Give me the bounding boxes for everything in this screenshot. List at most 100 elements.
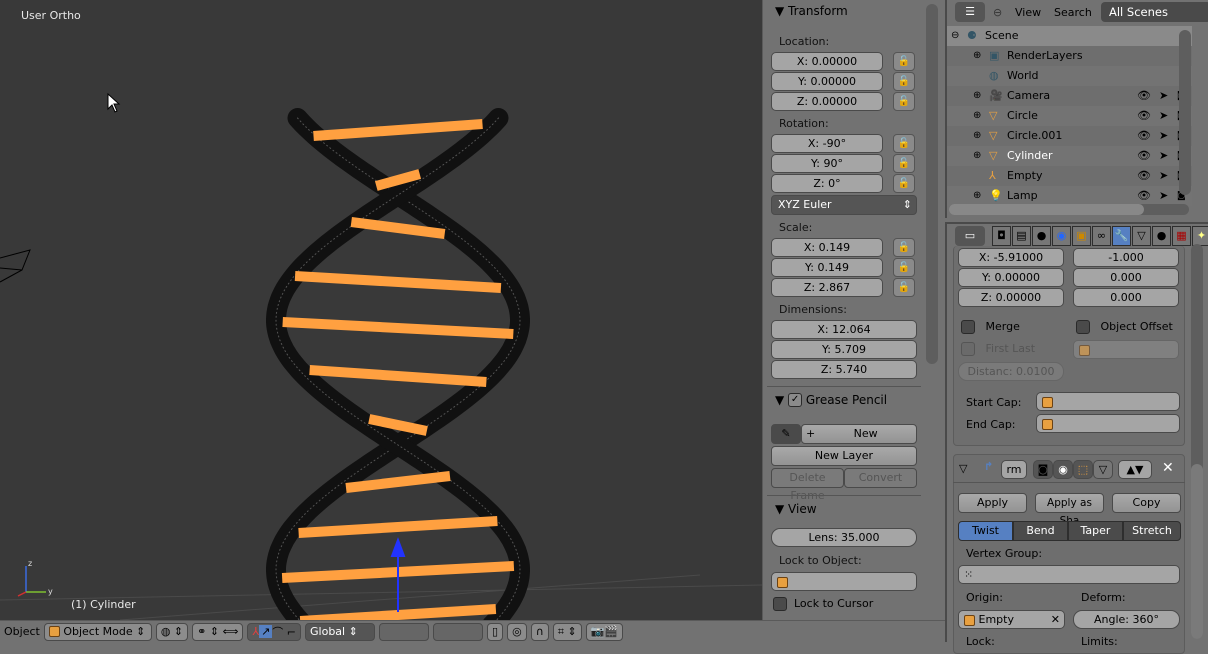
- helix-rung[interactable]: [309, 365, 487, 387]
- outliner-item-empty[interactable]: ⅄Empty👁➤◙: [947, 166, 1192, 186]
- camera-object[interactable]: [0, 249, 31, 283]
- lens-field[interactable]: Lens: 35.000: [771, 528, 917, 547]
- lock-icon[interactable]: 🔓: [893, 134, 915, 153]
- outliner-item-cylinder[interactable]: ⊕▽Cylinder👁➤◙: [947, 146, 1192, 166]
- select-cursor-icon[interactable]: ➤: [1159, 106, 1168, 126]
- scale-x[interactable]: X: 0.149: [771, 238, 883, 257]
- convert-button[interactable]: Convert: [844, 468, 917, 488]
- dimensions-z[interactable]: Z: 5.740: [771, 360, 917, 379]
- layers-grid-2[interactable]: [433, 622, 484, 641]
- lock-icon[interactable]: 🔓: [893, 238, 915, 257]
- snap-element-select[interactable]: ⌗ ⇕: [552, 622, 582, 641]
- render-icon[interactable]: 📷🎬: [585, 622, 624, 641]
- render-toggle-icon[interactable]: ◙: [1033, 460, 1053, 479]
- transform-header[interactable]: ▼ Transform: [763, 0, 942, 22]
- collapse-triangle-icon[interactable]: ▽: [959, 462, 967, 475]
- start-cap-field[interactable]: [1036, 392, 1180, 411]
- render-tab-icon[interactable]: ◘: [992, 226, 1011, 246]
- scale-z[interactable]: Z: 2.867: [771, 278, 883, 297]
- lock-icon[interactable]: 🔓: [893, 278, 915, 297]
- eye-toggle-icon[interactable]: ◉: [1053, 460, 1073, 479]
- scrollbar[interactable]: [1191, 244, 1203, 639]
- vertex-group-field[interactable]: ⁙: [958, 565, 1180, 584]
- renderlayers-tab-icon[interactable]: ▤: [1012, 226, 1031, 246]
- lock-icon[interactable]: 🔓: [893, 72, 915, 91]
- expand-icon[interactable]: ⊕: [973, 86, 981, 106]
- cage-toggle-icon[interactable]: ▽: [1093, 460, 1113, 479]
- mode-tab-stretch[interactable]: Stretch: [1123, 521, 1181, 541]
- outliner-item-camera[interactable]: ⊕🎥Camera👁➤◙: [947, 86, 1192, 106]
- texture-tab-icon[interactable]: ▦: [1172, 226, 1191, 246]
- pivot-select[interactable]: ⚭ ⇕ ⟺: [192, 622, 244, 641]
- delete-frame-button[interactable]: Delete Frame: [771, 468, 844, 502]
- proportional-icon[interactable]: ◎: [507, 622, 527, 641]
- view-header[interactable]: ▼ View: [763, 498, 817, 520]
- first-last-checkbox[interactable]: First Last: [961, 342, 1035, 356]
- checkbox[interactable]: [773, 597, 787, 611]
- 3d-viewport[interactable]: User Ortho (1) Cylinder zy: [0, 0, 762, 620]
- grease-pencil-checkbox[interactable]: ✓: [788, 393, 803, 407]
- clear-icon[interactable]: ✕: [1051, 611, 1064, 628]
- remove-modifier-icon[interactable]: ✕: [1162, 460, 1174, 476]
- vertical-scrollbar[interactable]: [1179, 30, 1191, 195]
- material-tab-icon[interactable]: ●: [1152, 226, 1171, 246]
- eye-icon[interactable]: 👁: [1137, 166, 1151, 186]
- display-mode-select[interactable]: All Scenes: [1101, 2, 1208, 22]
- search-menu[interactable]: Search: [1054, 6, 1092, 19]
- rotation-x[interactable]: X: -90°: [771, 134, 883, 153]
- layers-grid-1[interactable]: [379, 622, 430, 641]
- mode-tab-taper[interactable]: Taper: [1068, 521, 1123, 541]
- shading-select[interactable]: ◍ ⇕: [155, 622, 189, 641]
- lock-icon[interactable]: 🔓: [893, 174, 915, 193]
- expand-icon[interactable]: ⊖: [951, 26, 959, 46]
- rotation-mode-select[interactable]: XYZ Euler ⇕: [771, 195, 917, 215]
- world-tab-icon[interactable]: ◉: [1052, 226, 1071, 246]
- select-cursor-icon[interactable]: ➤: [1159, 166, 1168, 186]
- outliner-item-circle[interactable]: ⊕▽Circle👁➤◙: [947, 106, 1192, 126]
- rotation-y[interactable]: Y: 90°: [771, 154, 883, 173]
- relative-offset-z[interactable]: 0.000: [1073, 288, 1179, 307]
- lock-icon[interactable]: 🔓: [893, 258, 915, 277]
- apply-button[interactable]: Apply: [958, 493, 1027, 513]
- mode-select[interactable]: Object Mode ⇕: [43, 622, 152, 641]
- checkbox[interactable]: [961, 342, 975, 356]
- scene-tab-icon[interactable]: ●: [1032, 226, 1051, 246]
- outliner-item-renderlayers[interactable]: ⊕ ▣ RenderLayers: [947, 46, 1192, 66]
- eye-icon[interactable]: 👁: [1137, 146, 1151, 166]
- relative-offset-x[interactable]: -1.000: [1073, 248, 1179, 267]
- lock-to-cursor-checkbox[interactable]: Lock to Cursor: [773, 597, 873, 611]
- new-layer-button[interactable]: New Layer: [771, 446, 917, 466]
- helix-rung[interactable]: [313, 119, 483, 141]
- outliner-item-lamp[interactable]: ⊕ 💡 Lamp 👁 ➤ ◙: [947, 186, 1192, 206]
- outliner-item-scene[interactable]: ⊖ ⚈ Scene: [947, 26, 1192, 46]
- end-cap-field[interactable]: [1036, 414, 1180, 433]
- object-menu[interactable]: Object: [4, 625, 40, 638]
- helix-rung[interactable]: [294, 271, 502, 293]
- editor-type-select[interactable]: ☰: [955, 2, 985, 22]
- checkbox[interactable]: [961, 320, 975, 334]
- orientation-select[interactable]: Global ⇕: [305, 622, 376, 641]
- rotation-z[interactable]: Z: 0°: [771, 174, 883, 193]
- translate-icon[interactable]: ↗: [259, 625, 273, 638]
- object-tab-icon[interactable]: ▣: [1072, 226, 1091, 246]
- offset-x[interactable]: X: -5.91000: [958, 248, 1064, 267]
- helix-rung[interactable]: [298, 516, 498, 538]
- expand-icon[interactable]: ⊕: [973, 106, 981, 126]
- apply-as-shape-button[interactable]: Apply as Sha: [1035, 493, 1104, 527]
- mode-tab-twist[interactable]: Twist: [958, 521, 1013, 541]
- dimensions-x[interactable]: X: 12.064: [771, 320, 917, 339]
- eye-icon[interactable]: 👁: [1137, 86, 1151, 106]
- constraints-tab-icon[interactable]: ∞: [1092, 226, 1111, 246]
- merge-checkbox[interactable]: Merge: [961, 320, 1020, 334]
- checkbox[interactable]: [1076, 320, 1090, 334]
- modifier-name-field[interactable]: rm: [1001, 460, 1027, 479]
- dimensions-y[interactable]: Y: 5.709: [771, 340, 917, 359]
- lock-icon[interactable]: 🔓: [893, 154, 915, 173]
- manipulator-toggle[interactable]: ⅄ ↗ ⌒ ⌐: [247, 622, 302, 641]
- offset-object-field[interactable]: [1073, 340, 1179, 359]
- relative-offset-y[interactable]: 0.000: [1073, 268, 1179, 287]
- editmode-toggle-icon[interactable]: ⬚: [1073, 460, 1093, 479]
- location-z[interactable]: Z: 0.00000: [771, 92, 883, 111]
- new-gp-button[interactable]: + New: [801, 424, 917, 444]
- offset-y[interactable]: Y: 0.00000: [958, 268, 1064, 287]
